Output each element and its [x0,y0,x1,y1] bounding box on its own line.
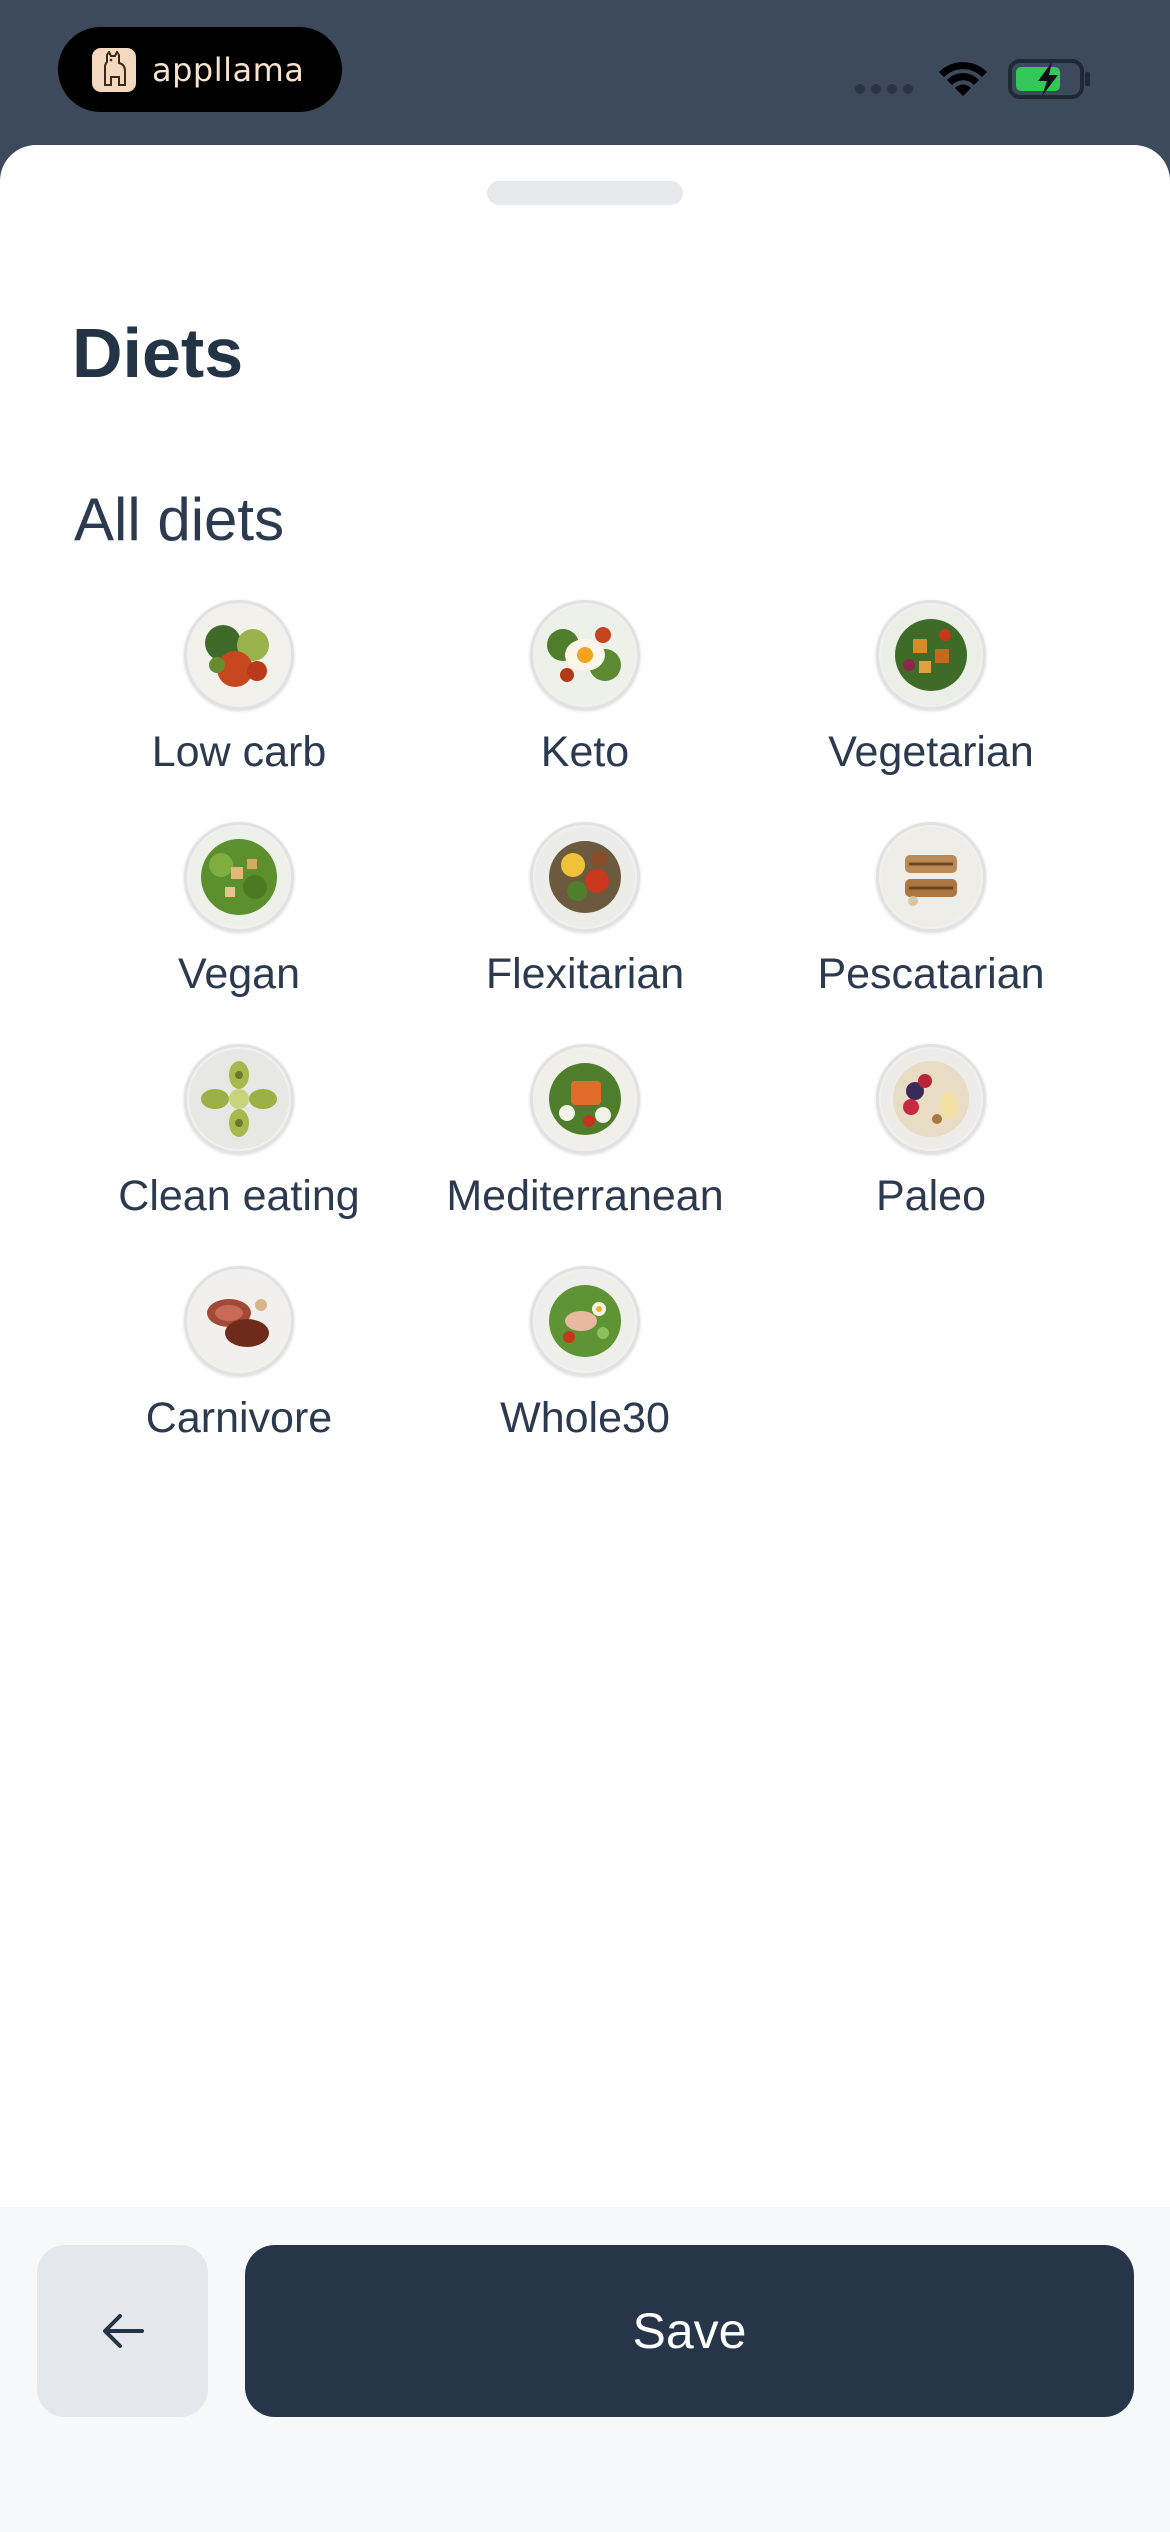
vegan-dish-image [184,822,294,932]
app-screen: appllama Diets All diets Low carb Keto V… [0,0,1170,2532]
status-bar: appllama [0,0,1170,145]
vegetarian-dish-image [876,600,986,710]
page-title: Diets [72,314,244,392]
diet-label: Pescatarian [817,950,1045,998]
diet-item-whole30[interactable]: Whole30 [412,1266,758,1466]
wifi-icon [939,62,987,96]
diet-label: Flexitarian [485,950,685,998]
diet-item-keto[interactable]: Keto [412,600,758,800]
diet-label: Vegan [178,950,300,998]
low-carb-dish-image [184,600,294,710]
diet-item-mediterranean[interactable]: Mediterranean [412,1044,758,1244]
diet-item-low-carb[interactable]: Low carb [66,600,412,800]
carnivore-dish-image [184,1266,294,1376]
diet-label: Clean eating [118,1172,360,1220]
diet-label: Keto [540,728,630,776]
diet-item-clean-eating[interactable]: Clean eating [66,1044,412,1244]
diet-item-pescatarian[interactable]: Pescatarian [758,822,1104,1022]
diet-label: Paleo [876,1172,986,1220]
diet-label: Carnivore [145,1394,333,1442]
brand-pill: appllama [58,27,342,112]
flexitarian-dish-image [530,822,640,932]
footer-bar: Save [0,2207,1170,2532]
diet-label: Low carb [151,728,327,776]
clean-eating-dish-image [184,1044,294,1154]
arrow-left-icon [102,2314,144,2348]
battery-charging-icon [1008,59,1090,99]
llama-icon [92,47,136,92]
diet-item-vegan[interactable]: Vegan [66,822,412,1022]
diet-item-flexitarian[interactable]: Flexitarian [412,822,758,1022]
diet-item-vegetarian[interactable]: Vegetarian [758,600,1104,800]
section-title: All diets [74,486,285,553]
brand-name: appllama [152,50,305,89]
diet-item-carnivore[interactable]: Carnivore [66,1266,412,1466]
save-button[interactable]: Save [245,2245,1134,2417]
diets-sheet: Diets All diets Low carb Keto Vegetarian [0,145,1170,2532]
diet-label: Mediterranean [446,1172,724,1220]
diet-label: Whole30 [500,1394,670,1442]
diet-item-paleo[interactable]: Paleo [758,1044,1104,1244]
mediterranean-dish-image [530,1044,640,1154]
paleo-dish-image [876,1044,986,1154]
keto-dish-image [530,600,640,710]
back-button[interactable] [37,2245,208,2417]
sheet-grabber[interactable] [487,181,683,205]
cellular-signal-icon [855,84,913,94]
pescatarian-dish-image [876,822,986,932]
diet-label: Vegetarian [828,728,1034,776]
whole30-dish-image [530,1266,640,1376]
